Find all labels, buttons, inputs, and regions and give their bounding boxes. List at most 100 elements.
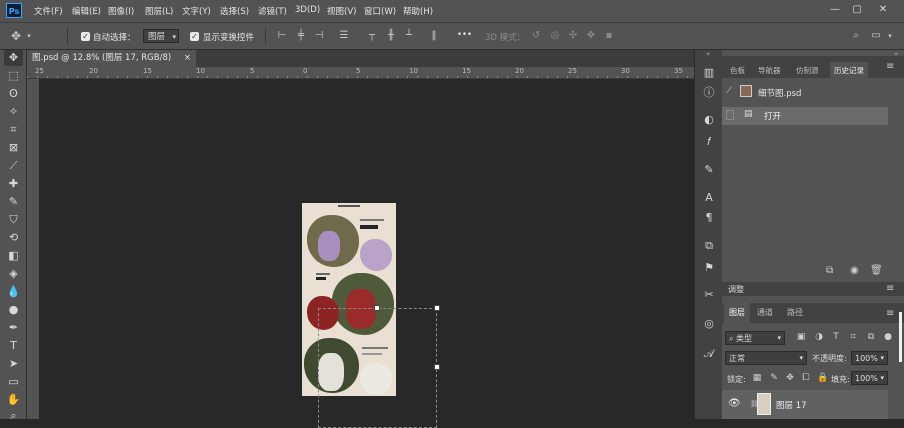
move-tool-icon[interactable]: ✥	[10, 30, 22, 42]
type-tool-icon[interactable]: T	[4, 338, 23, 354]
path-selection-tool-icon[interactable]: ➤	[4, 356, 23, 372]
workspace-chevron-icon[interactable]: ▾	[884, 30, 896, 42]
filter-smart-object-icon[interactable]: ⧉	[866, 332, 876, 343]
dodge-tool-icon[interactable]: ●	[4, 302, 23, 318]
history-source-box[interactable]	[726, 110, 734, 120]
tab-navigator[interactable]: 导航器	[754, 62, 785, 79]
menu-file[interactable]: 文件(F)	[34, 5, 63, 17]
align-left-icon[interactable]: ⊢	[276, 30, 288, 42]
align-bottom-icon[interactable]: ┴	[403, 30, 415, 42]
tab-swatches[interactable]: 色板	[726, 62, 749, 79]
tab-channels[interactable]: 通道	[752, 303, 778, 323]
rectangle-tool-icon[interactable]: ▭	[4, 374, 23, 390]
minimize-button[interactable]: —	[828, 3, 842, 17]
frame-tool-icon[interactable]: ⊠	[4, 140, 23, 156]
panel-menu-icon[interactable]: ≡	[886, 308, 894, 319]
lock-all-icon[interactable]: 🔒	[817, 373, 828, 384]
tab-layers[interactable]: 图层	[724, 303, 750, 323]
tool-preset-chevron-icon[interactable]: ▾	[23, 30, 35, 42]
camera-icon[interactable]: ◉	[850, 265, 859, 276]
auto-select-target-select[interactable]: 图层 ▾	[143, 29, 179, 43]
eyedropper-tool-icon[interactable]: ⟋	[4, 158, 23, 174]
align-top-icon[interactable]: ┬	[366, 30, 378, 42]
hand-tool-icon[interactable]: ✋	[4, 392, 23, 408]
document-tab[interactable]: 图.psd @ 12.8% (图层 17, RGB/8) ×	[27, 50, 197, 67]
menu-help[interactable]: 帮助(H)	[403, 5, 433, 17]
align-middle-v-icon[interactable]: ╫	[385, 30, 397, 42]
trash-icon[interactable]: 🗑	[870, 265, 883, 276]
transform-handle[interactable]	[374, 305, 380, 311]
history-item[interactable]: ▤ 打开	[722, 107, 888, 125]
panel-scrollbar[interactable]	[899, 312, 902, 362]
menu-window[interactable]: 窗口(W)	[364, 5, 396, 17]
3d-scale-icon[interactable]: ▪	[603, 30, 615, 42]
fill-input[interactable]: 100% ▾	[851, 371, 888, 385]
brush-settings-icon[interactable]: ✎	[701, 162, 717, 178]
menu-3d[interactable]: 3D(D)	[295, 5, 320, 15]
history-brush-tool-icon[interactable]: ⟲	[4, 230, 23, 246]
distribute-icon[interactable]: ☰	[338, 30, 350, 42]
filter-shape-icon[interactable]: ⌗	[848, 332, 858, 343]
eraser-tool-icon[interactable]: ◧	[4, 248, 23, 264]
menu-type[interactable]: 文字(Y)	[182, 5, 211, 17]
history-brush-source-icon[interactable]: ⟋	[726, 86, 732, 96]
pen-tool-icon[interactable]: ✒	[4, 320, 23, 336]
lasso-tool-icon[interactable]: ʘ	[4, 86, 23, 102]
transform-handle[interactable]	[434, 364, 440, 370]
layer-filter-select[interactable]: ⌕ 类型 ▾	[725, 331, 785, 345]
distribute-v-icon[interactable]: ‖	[428, 30, 440, 42]
character-panel-icon[interactable]: A	[701, 190, 717, 206]
menu-filter[interactable]: 滤镜(T)	[258, 5, 287, 17]
menu-edit[interactable]: 编辑(E)	[72, 5, 101, 17]
align-right-icon[interactable]: ⊣	[313, 30, 325, 42]
info-panel-icon[interactable]: ▥	[701, 65, 717, 81]
lock-position-icon[interactable]: ✥	[785, 373, 795, 384]
3d-slide-icon[interactable]: ✥	[585, 30, 597, 42]
close-tab-icon[interactable]: ×	[184, 53, 191, 63]
3d-roll-icon[interactable]: ◎	[549, 30, 561, 42]
search-icon[interactable]: ⌕	[850, 30, 862, 42]
opacity-input[interactable]: 100% ▾	[851, 351, 888, 365]
lock-transparent-icon[interactable]: ▦	[752, 373, 762, 384]
menu-view[interactable]: 视图(V)	[327, 5, 356, 17]
properties-panel-icon[interactable]: ⓘ	[701, 85, 717, 101]
adjustments-tab[interactable]: 调整	[728, 284, 744, 295]
magic-wand-tool-icon[interactable]: ✧	[4, 104, 23, 120]
tab-history[interactable]: 历史记录	[830, 62, 868, 79]
adjustments-panel-icon[interactable]: ◐	[701, 112, 717, 128]
paragraph-panel-icon[interactable]: ¶	[701, 210, 717, 226]
tab-paths[interactable]: 路径	[782, 303, 808, 323]
tab-clone-source[interactable]: 仿制源	[792, 62, 823, 79]
blur-tool-icon[interactable]: 💧	[4, 284, 23, 300]
collapse-panels-icon[interactable]: «	[706, 50, 710, 58]
3d-panel-icon[interactable]: ◎	[701, 316, 717, 332]
zoom-tool-icon[interactable]: ⌕	[4, 408, 23, 424]
clone-source-icon[interactable]: ⧉	[701, 238, 717, 254]
filter-pixel-icon[interactable]: ▣	[796, 332, 806, 343]
3d-orbit-icon[interactable]: ↺	[530, 30, 542, 42]
layer-row[interactable]: 👁 ⛓ 图层 17	[722, 390, 888, 419]
filter-type-icon[interactable]: T	[831, 332, 841, 343]
menu-select[interactable]: 选择(S)	[220, 5, 249, 17]
crop-tool-icon[interactable]: ⌗	[4, 122, 23, 138]
menu-image[interactable]: 图像(I)	[108, 5, 134, 17]
move-tool-icon[interactable]: ✥	[4, 50, 23, 66]
glyphs-panel-icon[interactable]: 𝑓	[701, 134, 717, 150]
paths-panel-icon[interactable]: 𝒜	[701, 346, 717, 362]
maximize-button[interactable]: ▢	[850, 3, 864, 17]
3d-pan-icon[interactable]: ✣	[567, 30, 579, 42]
lock-artboard-icon[interactable]: ⧠	[801, 373, 811, 384]
eye-icon[interactable]: 👁	[728, 398, 741, 409]
healing-brush-tool-icon[interactable]: ✚	[4, 176, 23, 192]
tool-presets-icon[interactable]: ✂	[701, 287, 717, 303]
show-transform-checkbox[interactable]: ✓	[190, 32, 199, 41]
history-snapshot-row[interactable]: ⟋ 细节图.psd	[722, 84, 888, 102]
panel-menu-icon[interactable]: ≡	[886, 61, 894, 72]
brush-tool-icon[interactable]: ✎	[4, 194, 23, 210]
new-document-from-state-icon[interactable]: ⧉	[826, 265, 833, 276]
marquee-tool-icon[interactable]: ⬚	[4, 68, 23, 84]
close-window-button[interactable]: ✕	[876, 3, 890, 17]
workspace-icon[interactable]: ▭	[870, 30, 882, 42]
auto-select-checkbox[interactable]: ✓	[81, 32, 90, 41]
menu-layer[interactable]: 图层(L)	[145, 5, 173, 17]
